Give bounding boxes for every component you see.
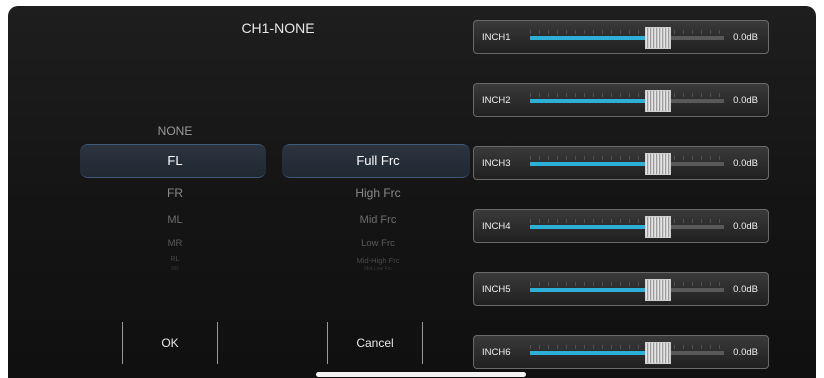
fader-level-fill — [530, 225, 659, 229]
channel-strip-inch1: INCH1 0.0dB — [473, 20, 769, 54]
channel-name: INCH3 — [482, 158, 511, 169]
fader-handle[interactable] — [645, 27, 672, 49]
ok-button[interactable]: OK — [122, 322, 218, 364]
picker-item-none[interactable]: NONE — [82, 124, 268, 138]
fader-track[interactable] — [530, 288, 724, 292]
picker-item-mr[interactable]: MR — [82, 238, 268, 249]
fader-scale — [530, 282, 724, 286]
picker-item-mid-high-frc[interactable]: Mid-High Frc — [284, 256, 472, 265]
button-divider — [327, 322, 328, 364]
gain-value: 0.0dB — [733, 221, 758, 232]
picker-item-mid-low-frc[interactable]: Mid-Low Frc — [284, 266, 472, 272]
fader-scale — [530, 345, 724, 349]
channel-strip-inch5: INCH5 0.0dB — [473, 272, 769, 306]
ok-button-label: OK — [161, 336, 179, 350]
channel-picker[interactable]: NONE FL FR ML MR RL RR — [82, 6, 268, 286]
channel-name: INCH1 — [482, 32, 511, 43]
channel-strip-inch6: INCH6 0.0dB — [473, 335, 769, 369]
fader-scale — [530, 156, 724, 160]
fader-level-fill — [530, 99, 659, 103]
channel-strip-inch2: INCH2 0.0dB — [473, 83, 769, 117]
fader-handle[interactable] — [645, 216, 672, 238]
button-divider — [422, 322, 423, 364]
picker-item-mid-frc[interactable]: Mid Frc — [284, 214, 472, 226]
cancel-button[interactable]: Cancel — [327, 322, 423, 364]
picker-item-high-frc[interactable]: High Frc — [284, 186, 472, 200]
fader-track[interactable] — [530, 36, 724, 40]
gain-value: 0.0dB — [733, 284, 758, 295]
fader-track[interactable] — [530, 99, 724, 103]
channel-name: INCH4 — [482, 221, 511, 232]
channel-name: INCH5 — [482, 284, 511, 295]
cancel-button-label: Cancel — [356, 336, 394, 350]
picker-item-fr[interactable]: FR — [82, 186, 268, 200]
fader-handle[interactable] — [645, 90, 672, 112]
button-divider — [122, 322, 123, 364]
routing-screen: CH1-NONE NONE FL FR ML MR RL RR Full Frc… — [8, 6, 816, 378]
fader-handle[interactable] — [645, 153, 672, 175]
gain-value: 0.0dB — [733, 158, 758, 169]
fader-track[interactable] — [530, 162, 724, 166]
fader-level-fill — [530, 36, 659, 40]
channel-strip-inch4: INCH4 0.0dB — [473, 209, 769, 243]
home-indicator[interactable] — [316, 372, 526, 377]
picker-item-fl[interactable]: FL — [82, 153, 268, 168]
channel-name: INCH2 — [482, 95, 511, 106]
fader-level-fill — [530, 162, 659, 166]
fader-handle[interactable] — [645, 279, 672, 301]
channel-strip-inch3: INCH3 0.0dB — [473, 146, 769, 180]
picker-item-full-frc[interactable]: Full Frc — [284, 153, 472, 168]
fader-scale — [530, 30, 724, 34]
fader-scale — [530, 93, 724, 97]
picker-item-rr[interactable]: RR — [82, 266, 268, 272]
fader-level-fill — [530, 351, 659, 355]
fader-track[interactable] — [530, 351, 724, 355]
gain-value: 0.0dB — [733, 95, 758, 106]
picker-item-low-frc[interactable]: Low Frc — [284, 238, 472, 249]
fader-track[interactable] — [530, 225, 724, 229]
gain-value: 0.0dB — [733, 347, 758, 358]
fader-scale — [530, 219, 724, 223]
fader-level-fill — [530, 288, 659, 292]
button-divider — [217, 322, 218, 364]
gain-value: 0.0dB — [733, 32, 758, 43]
channel-name: INCH6 — [482, 347, 511, 358]
frequency-picker[interactable]: Full Frc High Frc Mid Frc Low Frc Mid-Hi… — [284, 6, 472, 286]
picker-item-rl[interactable]: RL — [82, 256, 268, 263]
fader-handle[interactable] — [645, 342, 672, 364]
picker-item-ml[interactable]: ML — [82, 214, 268, 226]
